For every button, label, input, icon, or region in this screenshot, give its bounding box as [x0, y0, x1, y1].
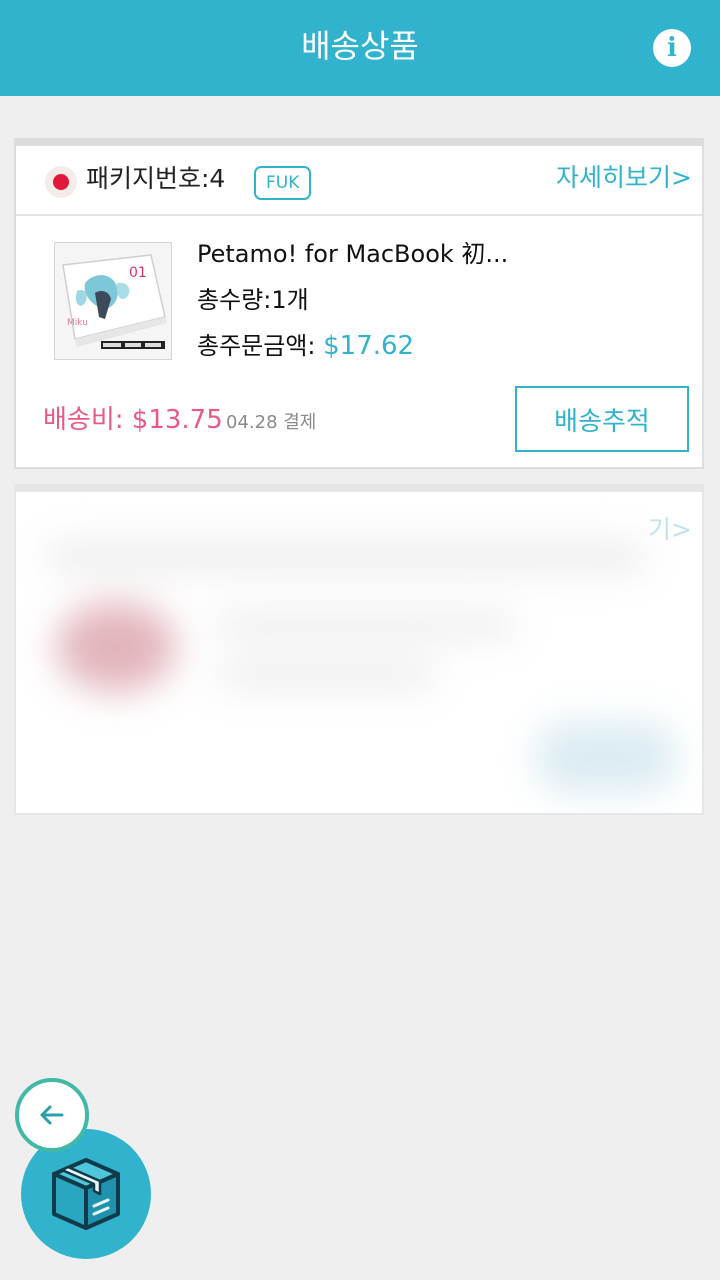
- detail-link[interactable]: 자세히보기>: [556, 160, 692, 196]
- shipping-fee: 배송비: $13.75: [43, 405, 223, 435]
- package-card: 패키지번호:4 FUK 자세히보기> 01 Miku Petamo! for M…: [14, 138, 704, 469]
- back-button[interactable]: [15, 1078, 89, 1152]
- payment-date: 04.28 결제: [226, 412, 317, 433]
- info-icon: i: [667, 33, 677, 63]
- total-amount-label: 총주문금액:: [197, 332, 324, 360]
- svg-text:Miku: Miku: [67, 318, 88, 328]
- product-thumbnail[interactable]: 01 Miku: [54, 242, 172, 360]
- svg-text:01: 01: [129, 265, 147, 281]
- blurred-package-card: 기>: [14, 484, 704, 815]
- total-order-amount: 총주문금액: $17.62: [197, 328, 414, 364]
- page-title: 배송상품: [301, 27, 419, 65]
- package-card-header: 패키지번호:4 FUK 자세히보기>: [16, 146, 702, 216]
- warehouse-code-badge: FUK: [254, 166, 312, 200]
- app-header: 배송상품 i: [0, 0, 720, 96]
- total-amount-value: $17.62: [323, 331, 415, 361]
- info-button[interactable]: i: [653, 29, 691, 67]
- track-shipment-button[interactable]: 배송추적: [515, 386, 689, 452]
- package-number: 패키지번호:4: [86, 164, 226, 193]
- blurred-button: [536, 722, 676, 792]
- blurred-thumbnail: [56, 602, 176, 692]
- product-name[interactable]: Petamo! for MacBook 初...: [197, 236, 508, 272]
- blur-overlay: [16, 492, 702, 813]
- japan-flag-icon: [45, 166, 77, 198]
- arrow-left-icon: [40, 1105, 64, 1125]
- total-quantity: 총수량:1개: [197, 286, 309, 314]
- box-icon: [52, 1158, 120, 1230]
